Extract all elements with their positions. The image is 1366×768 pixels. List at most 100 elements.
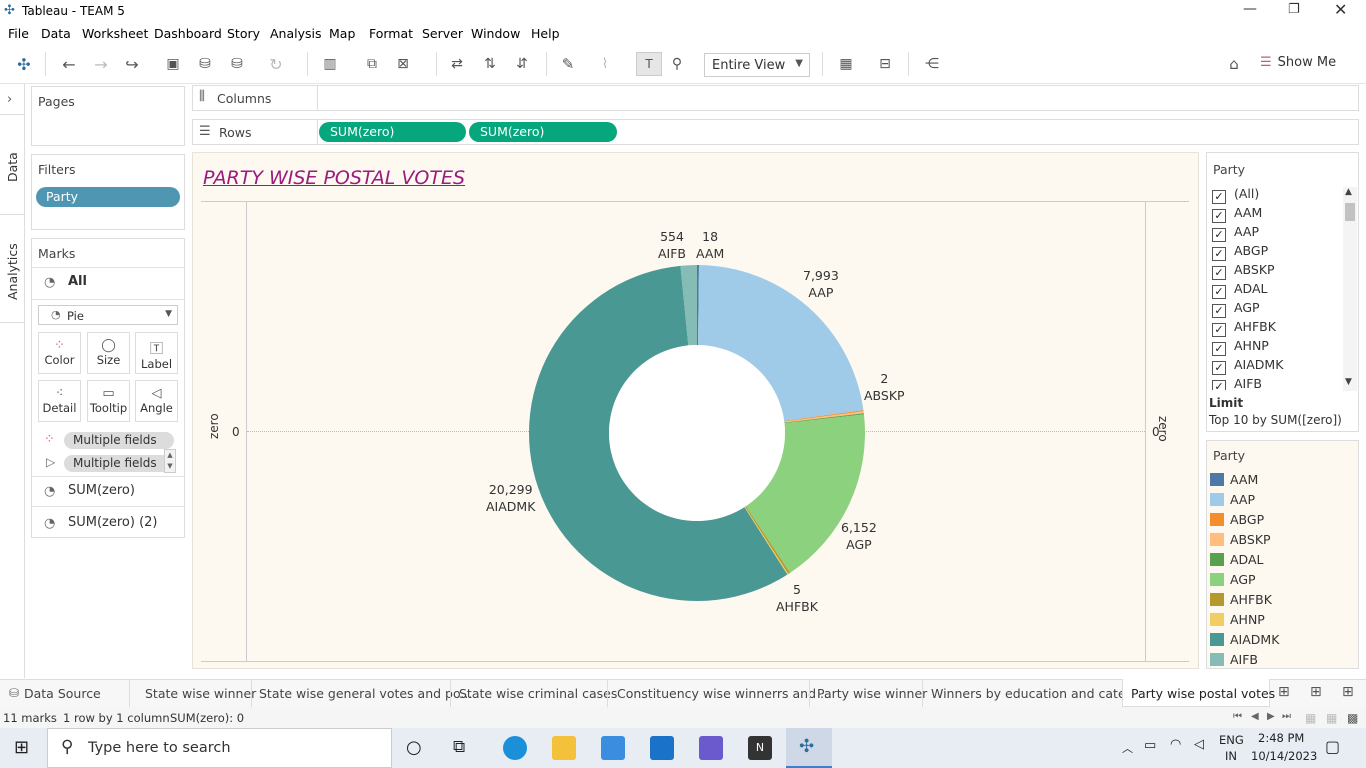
windows-start-icon[interactable]: ⊞ — [14, 737, 29, 758]
close-icon[interactable]: ✕ — [1334, 0, 1347, 19]
duplicate-sheet-icon[interactable]: ⧉ — [361, 54, 383, 74]
copilot-icon[interactable] — [699, 736, 723, 760]
refresh-icon[interactable]: ↻ — [265, 54, 287, 74]
filter-item-aap[interactable]: ✓ AAP — [1212, 224, 1259, 243]
menu-worksheet[interactable]: Worksheet — [82, 26, 148, 41]
cortana-icon[interactable]: ○ — [406, 737, 422, 758]
menu-map[interactable]: Map — [329, 26, 355, 41]
mail-icon[interactable] — [650, 736, 674, 760]
tab-state-wise-criminal-cases[interactable]: State wise criminal cases — [459, 686, 617, 701]
tab-state-wise-general-votes[interactable]: State wise general votes and po... — [259, 686, 472, 701]
clock-time[interactable]: 2:48 PM — [1258, 731, 1304, 745]
new-data-source-icon[interactable]: ⛁ — [194, 54, 216, 74]
show-tabs-icon[interactable]: ▩ — [1347, 711, 1358, 725]
marks-section-1[interactable]: SUM(zero) — [68, 483, 135, 498]
donut-chart[interactable] — [527, 263, 867, 603]
first-sheet-icon[interactable]: ⏮ — [1233, 711, 1242, 722]
lang-eng[interactable]: ENG — [1219, 733, 1244, 747]
legend-item-aap[interactable]: AAP — [1210, 492, 1255, 512]
file-explorer-icon[interactable] — [552, 736, 576, 760]
legend-item-aam[interactable]: AAM — [1210, 472, 1258, 492]
redo-icon[interactable]: → — [90, 54, 112, 74]
new-dashboard-icon[interactable]: ⊞ — [1310, 684, 1322, 700]
rows-shelf[interactable]: ☰ Rows SUM(zero) SUM(zero) — [192, 119, 1359, 145]
new-sheet-icon[interactable]: ⊞ — [1278, 684, 1290, 700]
sort-descending-icon[interactable]: ⇵ — [511, 54, 533, 74]
menu-analysis[interactable]: Analysis — [270, 26, 322, 41]
edge-icon[interactable] — [503, 736, 527, 760]
highlight-icon[interactable]: ✎ — [557, 54, 579, 74]
tab-party-wise-winner[interactable]: Party wise winner — [817, 686, 927, 701]
save-icon[interactable]: ▣ — [162, 54, 184, 74]
tab-party-wise-postal-votes[interactable]: Party wise postal votes — [1131, 686, 1275, 701]
replay-icon[interactable]: ↪ — [121, 54, 143, 74]
new-story-icon[interactable]: ⊞ — [1342, 684, 1354, 700]
detail-button[interactable]: ⁖ Detail — [38, 380, 81, 422]
task-view-icon[interactable]: ⧉ — [453, 737, 465, 757]
volume-icon[interactable]: ◁ — [1194, 737, 1204, 752]
sort-ascending-icon[interactable]: ⇅ — [479, 54, 501, 74]
data-tab[interactable]: Data — [5, 152, 20, 182]
store-icon[interactable] — [601, 736, 625, 760]
legend-item-aiadmk[interactable]: AIADMK — [1210, 632, 1279, 652]
next-sheet-icon[interactable]: ▶ — [1267, 711, 1275, 722]
show-sheet-sorter-icon[interactable]: ▦ — [1326, 711, 1337, 725]
undo-icon[interactable]: ← — [58, 54, 80, 74]
tab-state-wise-winner[interactable]: State wise winner — [145, 686, 256, 701]
pause-updates-icon[interactable]: ⛁ — [226, 54, 248, 74]
attach-icon[interactable]: ⌇ — [594, 54, 616, 74]
last-sheet-icon[interactable]: ⏭ — [1282, 711, 1291, 722]
share-icon[interactable]: ⋲ — [921, 54, 943, 74]
angle-button[interactable]: ◁ Angle — [135, 380, 178, 422]
device-preview-icon[interactable]: ⊟ — [874, 54, 896, 74]
tab-data-source[interactable]: Data Source — [24, 686, 101, 701]
prev-sheet-icon[interactable]: ◀ — [1251, 711, 1259, 722]
color-field-pill[interactable]: Multiple fields — [64, 432, 174, 449]
filter-item-adal[interactable]: ✓ ADAL — [1212, 281, 1267, 300]
analytics-tab[interactable]: Analytics — [5, 243, 20, 300]
mark-type-select[interactable]: ◔ Pie ▼ — [38, 305, 178, 325]
fit-view-select[interactable]: Entire View ▼ — [704, 53, 810, 77]
presentation-icon[interactable]: ▦ — [835, 54, 857, 74]
show-filmstrip-icon[interactable]: ▦ — [1305, 711, 1316, 725]
rows-pill-1[interactable]: SUM(zero) — [319, 122, 466, 142]
filter-item-aam[interactable]: ✓ AAM — [1212, 205, 1262, 224]
fields-scrollbar[interactable]: ▲ ▼ — [164, 449, 176, 473]
marks-section-2[interactable]: SUM(zero) (2) — [68, 515, 158, 530]
pages-card[interactable]: Pages — [31, 86, 185, 146]
legend-item-ahfbk[interactable]: AHFBK — [1210, 592, 1272, 612]
filter-item-aifb[interactable]: ✓ AIFB — [1212, 376, 1262, 390]
rows-pill-2[interactable]: SUM(zero) — [469, 122, 617, 142]
notification-icon[interactable]: ▢ — [1325, 737, 1340, 756]
legend-item-abgp[interactable]: ABGP — [1210, 512, 1264, 532]
format-painter-icon[interactable]: ⌂ — [1223, 54, 1245, 74]
legend-item-adal[interactable]: ADAL — [1210, 552, 1263, 572]
menu-window[interactable]: Window — [471, 26, 520, 41]
size-button[interactable]: ◯ Size — [87, 332, 130, 374]
restore-icon[interactable]: ❐ — [1288, 2, 1300, 17]
wifi-icon[interactable]: ◠ — [1170, 737, 1181, 752]
legend-item-aifb[interactable]: AIFB — [1210, 652, 1258, 672]
battery-icon[interactable]: ▭ — [1144, 738, 1156, 753]
show-mark-labels-icon[interactable]: T — [636, 52, 662, 76]
notion-icon[interactable]: N — [748, 736, 772, 760]
legend-item-abskp[interactable]: ABSKP — [1210, 532, 1271, 552]
lang-in[interactable]: IN — [1225, 749, 1237, 763]
filter-scrollbar[interactable]: ▲ ▼ — [1343, 187, 1357, 391]
filter-item-agp[interactable]: ✓ AGP — [1212, 300, 1260, 319]
legend-item-ahnp[interactable]: AHNP — [1210, 612, 1265, 632]
menu-story[interactable]: Story — [227, 26, 260, 41]
new-worksheet-icon[interactable]: ▥ — [319, 54, 341, 74]
columns-shelf[interactable]: ⫼ Columns — [192, 85, 1359, 111]
legend-item-agp[interactable]: AGP — [1210, 572, 1256, 592]
menu-server[interactable]: Server — [422, 26, 463, 41]
filter-item-abskp[interactable]: ✓ ABSKP — [1212, 262, 1275, 281]
taskbar-search[interactable]: ⚲ Type here to search — [47, 728, 392, 768]
swap-rows-columns-icon[interactable]: ⇄ — [446, 54, 468, 74]
filter-item-ahfbk[interactable]: ✓ AHFBK — [1212, 319, 1276, 338]
menu-help[interactable]: Help — [531, 26, 560, 41]
party-filter-pill[interactable]: Party — [36, 187, 180, 207]
show-me-button[interactable]: ☰ Show Me — [1260, 55, 1336, 70]
menu-format[interactable]: Format — [369, 26, 413, 41]
tableau-home-icon[interactable]: ✣ — [13, 54, 35, 74]
